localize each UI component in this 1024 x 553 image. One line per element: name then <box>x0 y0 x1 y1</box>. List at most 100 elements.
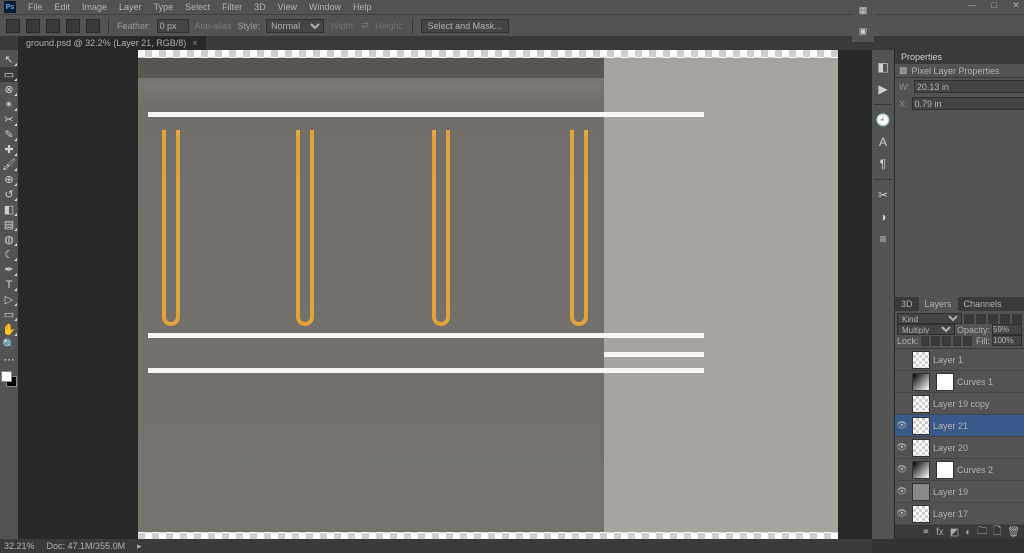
menu-layer[interactable]: Layer <box>113 2 148 12</box>
layer-kind-filter[interactable]: Kind <box>897 313 962 324</box>
zoom-level[interactable]: 32.21% <box>4 541 35 551</box>
menu-type[interactable]: Type <box>148 2 180 12</box>
menu-image[interactable]: Image <box>76 2 113 12</box>
layer-thumbnail[interactable] <box>912 483 930 501</box>
layer-name[interactable]: Layer 20 <box>933 443 1022 453</box>
path-select-tool[interactable]: ▷ <box>0 292 18 307</box>
add-sel-icon[interactable] <box>46 19 60 33</box>
close-tab-icon[interactable]: × <box>192 38 197 48</box>
document-canvas[interactable] <box>138 50 838 539</box>
menu-filter[interactable]: Filter <box>216 2 248 12</box>
adjustment-thumbnail[interactable] <box>912 461 930 479</box>
layer-thumbnail[interactable] <box>912 395 930 413</box>
adjustment-thumbnail[interactable] <box>912 373 930 391</box>
menu-edit[interactable]: Edit <box>49 2 77 12</box>
minimize-button[interactable]: — <box>966 0 978 11</box>
layer-row[interactable]: 👁 Layer 17 <box>895 503 1024 525</box>
dodge-tool[interactable]: ☾ <box>0 247 18 262</box>
fill-input[interactable] <box>992 335 1022 346</box>
mask-thumbnail[interactable] <box>936 373 954 391</box>
eyedropper-tool[interactable]: ✎ <box>0 127 18 142</box>
foreground-color-swatch[interactable] <box>1 371 12 382</box>
tab-layers[interactable]: Layers <box>919 297 958 311</box>
layer-name[interactable]: Layer 17 <box>933 509 1022 519</box>
style-select[interactable]: Normal <box>266 19 324 33</box>
zoom-tool[interactable]: 🔍 <box>0 337 18 352</box>
prop-w-input[interactable] <box>914 80 1024 93</box>
layer-row[interactable]: Layer 19 copy <box>895 393 1024 415</box>
color-panel-icon[interactable]: ◧ <box>872 56 894 78</box>
maximize-button[interactable]: □ <box>988 0 1000 11</box>
shape-tool[interactable]: ▭ <box>0 307 18 322</box>
layer-style-icon[interactable]: fx <box>936 527 944 538</box>
layer-row[interactable]: 👁Curves 2 <box>895 459 1024 481</box>
eraser-tool[interactable]: ◧ <box>0 202 18 217</box>
layer-name[interactable]: Curves 1 <box>957 377 1022 387</box>
filter-pixel-icon[interactable] <box>964 314 974 324</box>
filter-shape-icon[interactable] <box>1000 314 1010 324</box>
marquee-tool[interactable]: ▭ <box>0 67 18 82</box>
quick-select-tool[interactable]: ✴ <box>0 97 18 112</box>
filter-adj-icon[interactable] <box>976 314 986 324</box>
tab-3d[interactable]: 3D <box>895 297 919 311</box>
play-action-icon[interactable]: ▶ <box>872 78 894 100</box>
new-layer-icon[interactable]: 🗋 <box>993 524 1001 541</box>
new-group-icon[interactable]: 🗀 <box>977 524 987 541</box>
gradient-tool[interactable]: ▤ <box>0 217 18 232</box>
history-brush-tool[interactable]: ↺ <box>0 187 18 202</box>
sub-sel-icon[interactable] <box>66 19 80 33</box>
menu-view[interactable]: View <box>272 2 303 12</box>
move-tool[interactable]: ↖ <box>0 52 18 67</box>
crop-panel-icon[interactable]: ✂ <box>872 184 894 206</box>
crop-tool[interactable]: ✂ <box>0 112 18 127</box>
lasso-tool[interactable]: ⊗ <box>0 82 18 97</box>
lock-all-icon[interactable] <box>963 336 972 346</box>
history-panel-icon[interactable]: 🕘 <box>872 109 894 131</box>
new-sel-icon[interactable] <box>26 19 40 33</box>
layer-row[interactable]: Layer 1 <box>895 349 1024 371</box>
arrange-icon[interactable]: ▦ <box>852 0 874 21</box>
layers-panel-icon[interactable]: ≡ <box>872 228 894 250</box>
prop-x-input[interactable] <box>912 97 1024 110</box>
feather-input[interactable] <box>157 19 189 33</box>
new-adjustment-icon[interactable]: ◐ <box>965 527 971 538</box>
pen-tool[interactable]: ✒ <box>0 262 18 277</box>
layer-row[interactable]: 👁 Layer 19 <box>895 481 1024 503</box>
layer-thumbnail[interactable] <box>912 505 930 523</box>
type-tool[interactable]: T <box>0 277 18 292</box>
layer-thumbnail[interactable] <box>912 417 930 435</box>
lock-transparency-icon[interactable] <box>921 336 930 346</box>
lock-position-icon[interactable] <box>942 336 951 346</box>
color-swatches[interactable] <box>1 371 17 387</box>
blend-mode-select[interactable]: Multiply <box>897 324 955 335</box>
menu-help[interactable]: Help <box>347 2 378 12</box>
paragraph-panel-icon[interactable]: ¶ <box>872 153 894 175</box>
layer-name[interactable]: Layer 19 copy <box>933 399 1022 409</box>
hand-tool[interactable]: ✋ <box>0 322 18 337</box>
lock-artboard-icon[interactable] <box>953 336 962 346</box>
delete-layer-icon[interactable]: 🗑 <box>1007 527 1020 538</box>
layer-thumbnail[interactable] <box>912 439 930 457</box>
layer-mask-icon[interactable]: ◩ <box>950 527 959 538</box>
filter-type-icon[interactable] <box>988 314 998 324</box>
frame-icon[interactable]: ▣ <box>852 21 874 42</box>
visibility-toggle[interactable]: 👁 <box>895 508 909 519</box>
link-layers-icon[interactable]: ⚭ <box>922 527 930 538</box>
layer-row[interactable]: Curves 1 <box>895 371 1024 393</box>
layer-name[interactable]: Layer 21 <box>933 421 1022 431</box>
tool-preset-chip[interactable] <box>6 19 20 33</box>
close-button[interactable]: ✕ <box>1010 0 1022 11</box>
document-tab[interactable]: ground.psd @ 32.2% (Layer 21, RGB/8) × <box>18 36 206 50</box>
layer-thumbnail[interactable] <box>912 351 930 369</box>
layer-name[interactable]: Curves 2 <box>957 465 1022 475</box>
visibility-toggle[interactable]: 👁 <box>895 420 909 431</box>
status-chevron-icon[interactable]: ▸ <box>137 541 142 552</box>
layer-name[interactable]: Layer 19 <box>933 487 1022 497</box>
visibility-toggle[interactable]: 👁 <box>895 486 909 497</box>
layer-row[interactable]: 👁 Layer 21 <box>895 415 1024 437</box>
filter-smart-icon[interactable] <box>1012 314 1022 324</box>
adjust-panel-icon[interactable]: ◑ <box>872 206 894 228</box>
antialias-checkbox[interactable]: Anti-alias <box>195 21 232 31</box>
edit-toolbar-icon[interactable]: ⋯ <box>0 352 18 367</box>
character-panel-icon[interactable]: A <box>872 131 894 153</box>
